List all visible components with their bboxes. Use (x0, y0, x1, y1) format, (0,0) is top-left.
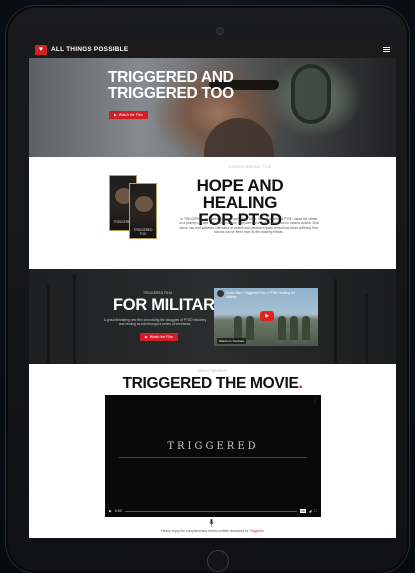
seek-bar[interactable] (124, 510, 297, 512)
subtitle-caption: Please enjoy the complimentary Arabic su… (29, 529, 396, 533)
movie-section: WATCH THE MOVIE TRIGGERED THE MOVIE. ⋮ T… (29, 364, 396, 538)
military-watch-button[interactable]: ▶ Watch the Film (140, 333, 178, 341)
heart-shield-icon[interactable]: ♥ (35, 44, 47, 55)
hero-watch-label: Watch the Film (118, 113, 143, 117)
hero-banner: TRIGGERED AND TRIGGERED TOO ▶ Watch the … (29, 58, 396, 158)
volume-icon[interactable]: ◢ (309, 509, 312, 513)
player-time: 0:00 (114, 509, 122, 513)
hd-badge[interactable]: HD (299, 509, 306, 513)
hero-title-line1: TRIGGERED AND (108, 69, 234, 86)
ptsd-paragraph: In TRIGGERED, renowned trauma expert Vic… (179, 217, 319, 235)
tablet-screen: ♥ ALL THINGS POSSIBLE TRIGGERED AND TRIG… (29, 41, 396, 538)
military-section: TRIGGERED FILM FOR MILITARY A groundbrea… (29, 269, 396, 364)
ptsd-kicker: UNDERSTANDING PTSD (229, 165, 272, 169)
hero-watch-button[interactable]: ▶ Watch the Film (109, 111, 148, 119)
microphone-icon (209, 519, 214, 527)
play-icon: ▶ (145, 335, 148, 339)
hero-title-line2: TRIGGERED TOO (108, 85, 234, 102)
play-icon: ▶ (114, 113, 117, 117)
play-icon[interactable]: ▶ (109, 509, 112, 513)
front-camera (217, 28, 223, 34)
movie-title-text: TRIGGERED THE MOVIE (122, 375, 299, 392)
hero-title: TRIGGERED AND TRIGGERED TOO (108, 70, 234, 102)
home-button[interactable] (207, 550, 229, 572)
youtube-embed[interactable]: Victor Marx Triggered Film | PTSD Healin… (214, 288, 318, 346)
military-kicker: TRIGGERED FILM (143, 291, 172, 295)
video-player[interactable]: ⋮ TRIGGERED ▶ 0:00 HD ◢ ⛶ (105, 395, 321, 517)
military-paragraph: A groundbreaking new film chronicling th… (103, 318, 207, 327)
ptsd-section: TRIGGERED TRIGGERED TOO UNDERSTANDING PT… (29, 157, 396, 269)
military-title: FOR MILITARY (113, 296, 225, 314)
movie-kicker: WATCH THE MOVIE (197, 369, 228, 373)
movie-title: TRIGGERED THE MOVIE. (122, 375, 303, 392)
military-watch-label: Watch the Film (149, 335, 173, 339)
dvd-cover-triggered-too[interactable]: TRIGGERED TOO (129, 183, 157, 239)
player-wordmark: TRIGGERED (167, 441, 259, 452)
top-nav: ♥ ALL THINGS POSSIBLE (29, 41, 396, 58)
share-icon[interactable]: ⋮ (313, 398, 317, 403)
subtitle-download-link[interactable]: Triggered. (249, 529, 264, 533)
fullscreen-icon[interactable]: ⛶ (314, 509, 317, 513)
youtube-video-title[interactable]: Victor Marx Triggered Film | PTSD Healin… (226, 291, 301, 299)
caption-text: Please enjoy the complimentary Arabic su… (160, 529, 250, 533)
brand-name[interactable]: ALL THINGS POSSIBLE (51, 46, 128, 53)
dvd-cover-label: TRIGGERED TOO (133, 228, 153, 236)
watch-on-youtube-link[interactable]: Watch on YouTube (217, 338, 247, 344)
hamburger-menu-icon[interactable] (383, 46, 390, 53)
player-controls: ▶ 0:00 HD ◢ ⛶ (109, 508, 317, 514)
channel-avatar[interactable] (217, 290, 224, 297)
youtube-play-icon[interactable]: ▶ (260, 311, 274, 321)
